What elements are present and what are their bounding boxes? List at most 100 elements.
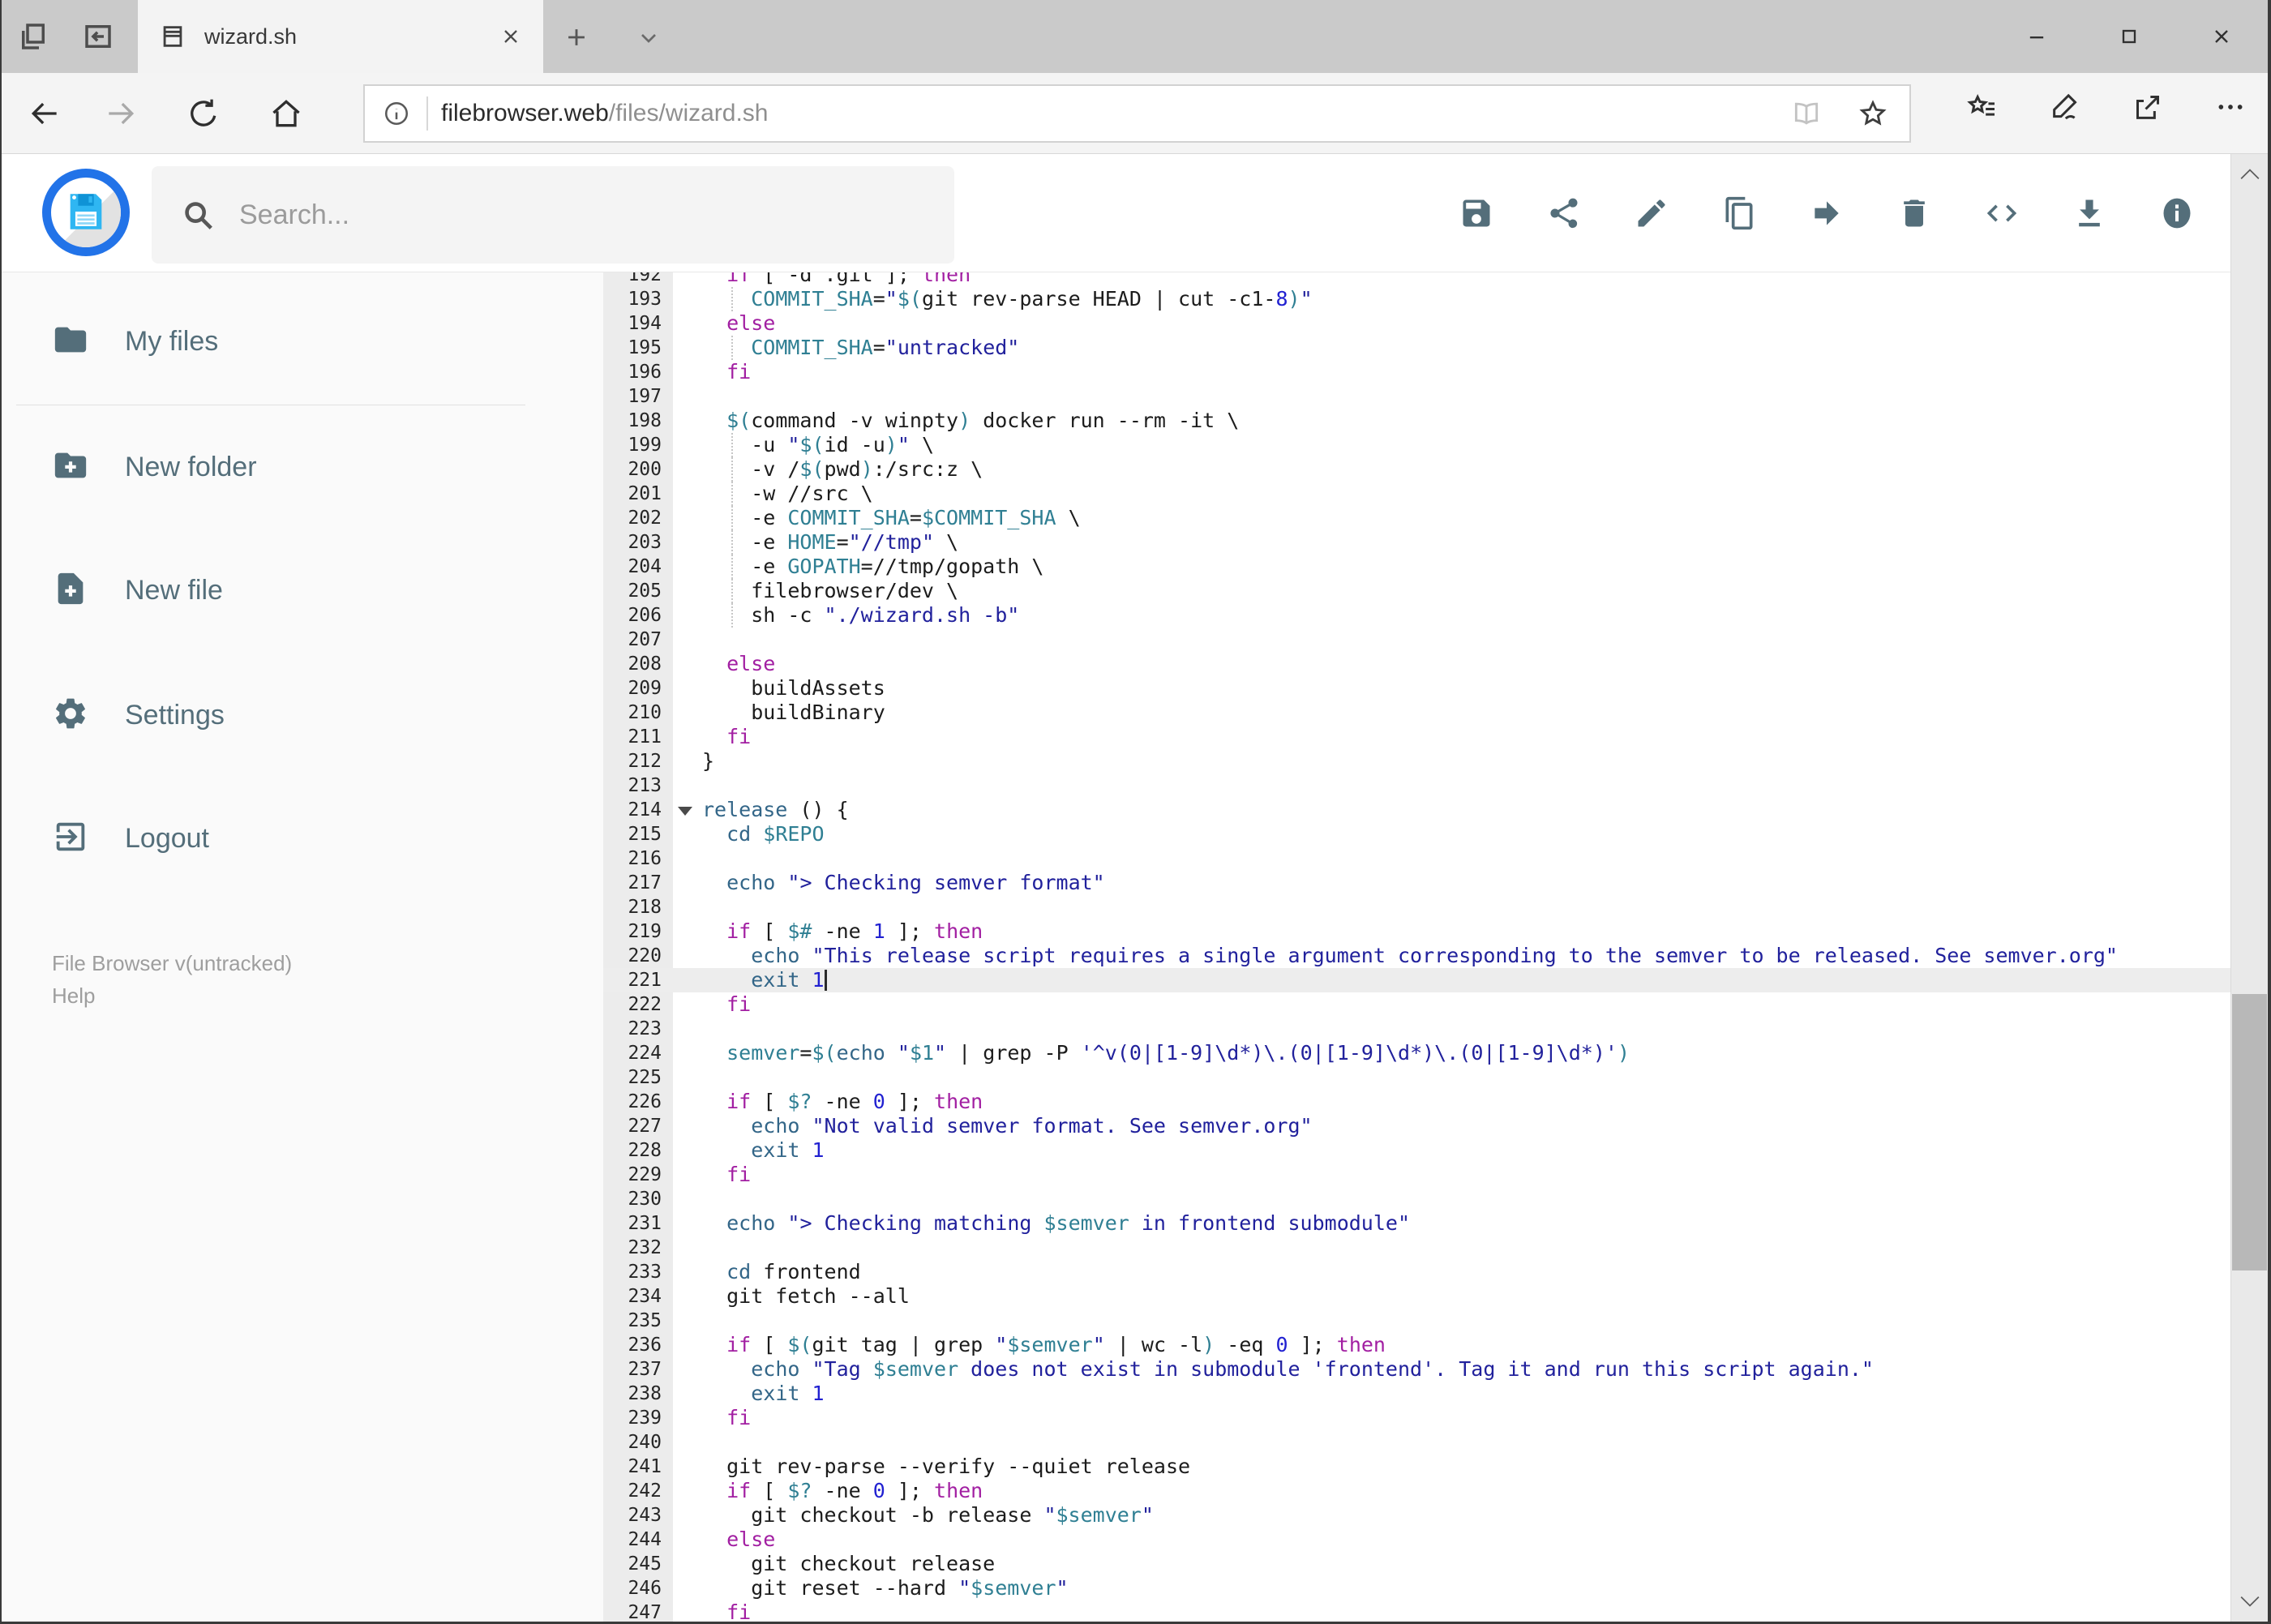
code-line[interactable]: 223 bbox=[603, 1017, 2230, 1041]
scroll-up-arrow-icon[interactable] bbox=[2231, 156, 2268, 193]
code-line[interactable]: 236 if [ $(git tag | grep "$semver" | wc… bbox=[603, 1333, 2230, 1357]
code-editor[interactable]: 192 if [ -d .git ]; then 193 COMMIT_SHA="… bbox=[603, 272, 2230, 1622]
edit-button[interactable] bbox=[1634, 195, 1669, 231]
back-button[interactable] bbox=[27, 96, 62, 131]
copy-button[interactable] bbox=[1721, 195, 1757, 231]
code-line[interactable]: 224 semver=$(echo "$1" | grep -P '^v(0|[… bbox=[603, 1041, 2230, 1065]
delete-button[interactable] bbox=[1896, 195, 1932, 231]
address-bar[interactable]: filebrowser.web/files/wizard.sh bbox=[363, 84, 1911, 143]
tab-list-chevron-icon[interactable] bbox=[636, 25, 662, 51]
home-button[interactable] bbox=[268, 96, 304, 131]
close-window-button[interactable] bbox=[2175, 0, 2268, 73]
code-line[interactable]: 201 -w //src \ bbox=[603, 482, 2230, 506]
code-line[interactable]: 211 fi bbox=[603, 725, 2230, 749]
save-button[interactable] bbox=[1459, 195, 1494, 231]
code-line[interactable]: 204 -e GOPATH=//tmp/gopath \ bbox=[603, 555, 2230, 579]
code-line[interactable]: 195 COMMIT_SHA="untracked" bbox=[603, 336, 2230, 360]
code-line[interactable]: 235 bbox=[603, 1309, 2230, 1333]
code-line[interactable]: 232 bbox=[603, 1236, 2230, 1260]
download-button[interactable] bbox=[2072, 195, 2107, 231]
code-line[interactable]: 194 else bbox=[603, 311, 2230, 336]
move-button[interactable] bbox=[1809, 195, 1845, 231]
close-tab-icon[interactable] bbox=[499, 25, 522, 48]
code-line[interactable]: 218 bbox=[603, 895, 2230, 919]
code-line[interactable]: 205 filebrowser/dev \ bbox=[603, 579, 2230, 603]
code-line[interactable]: 227 echo "Not valid semver format. See s… bbox=[603, 1114, 2230, 1138]
favorites-hub-button[interactable] bbox=[1966, 91, 1999, 123]
ink-notes-button[interactable] bbox=[2049, 91, 2081, 123]
favorite-star-icon[interactable] bbox=[1858, 98, 1888, 129]
code-line[interactable]: 230 bbox=[603, 1187, 2230, 1211]
code-line[interactable]: 222 fi bbox=[603, 992, 2230, 1017]
code-line[interactable]: 225 bbox=[603, 1065, 2230, 1090]
code-line[interactable]: 202 -e COMMIT_SHA=$COMMIT_SHA \ bbox=[603, 506, 2230, 530]
sidebar-item-my-files[interactable]: My files bbox=[52, 304, 218, 379]
code-line[interactable]: 207 bbox=[603, 628, 2230, 652]
share-button[interactable] bbox=[1546, 195, 1582, 231]
scroll-down-arrow-icon[interactable] bbox=[2231, 1583, 2268, 1620]
info-button[interactable] bbox=[2159, 195, 2195, 231]
code-line[interactable]: 246 git reset --hard "$semver" bbox=[603, 1576, 2230, 1600]
code-line[interactable]: 213 bbox=[603, 773, 2230, 798]
code-line[interactable]: 234 git fetch --all bbox=[603, 1284, 2230, 1309]
page-scrollbar[interactable] bbox=[2230, 154, 2268, 1622]
code-line[interactable]: 244 else bbox=[603, 1528, 2230, 1552]
code-line[interactable]: 216 bbox=[603, 846, 2230, 871]
more-menu-button[interactable] bbox=[2214, 91, 2247, 123]
scrollbar-thumb[interactable] bbox=[2232, 994, 2267, 1270]
code-line[interactable]: 203 -e HOME="//tmp" \ bbox=[603, 530, 2230, 555]
code-line[interactable]: 228 exit 1 bbox=[603, 1138, 2230, 1163]
code-line[interactable]: 220 echo "This release script requires a… bbox=[603, 944, 2230, 968]
code-line[interactable]: 193 COMMIT_SHA="$(git rev-parse HEAD | c… bbox=[603, 287, 2230, 311]
code-line[interactable]: 241 git rev-parse --verify --quiet relea… bbox=[603, 1455, 2230, 1479]
site-info-icon[interactable] bbox=[383, 100, 410, 127]
sidebar-item-settings[interactable]: Settings bbox=[52, 678, 225, 752]
code-line[interactable]: 226 if [ $? -ne 0 ]; then bbox=[603, 1090, 2230, 1114]
code-line-active[interactable]: 221 exit 1 bbox=[603, 968, 2230, 992]
tab-preview-icon[interactable] bbox=[81, 19, 115, 54]
maximize-button[interactable] bbox=[2083, 0, 2175, 73]
code-line[interactable]: 219 if [ $# -ne 1 ]; then bbox=[603, 919, 2230, 944]
code-line[interactable]: 243 git checkout -b release "$semver" bbox=[603, 1503, 2230, 1528]
new-tab-button[interactable] bbox=[563, 24, 590, 51]
filebrowser-logo-icon[interactable] bbox=[42, 169, 130, 256]
code-line[interactable]: 208 else bbox=[603, 652, 2230, 676]
code-line[interactable]: 198 $(command -v winpty) docker run --rm… bbox=[603, 409, 2230, 433]
refresh-button[interactable] bbox=[186, 96, 221, 131]
code-line[interactable]: 247 fi bbox=[603, 1600, 2230, 1622]
code-line[interactable]: 200 -v /$(pwd):/src:z \ bbox=[603, 457, 2230, 482]
code-button[interactable] bbox=[1984, 195, 2020, 231]
share-page-button[interactable] bbox=[2132, 91, 2164, 123]
code-line[interactable]: 209 buildAssets bbox=[603, 676, 2230, 701]
fold-arrow-icon[interactable] bbox=[678, 807, 692, 816]
code-line[interactable]: 212} bbox=[603, 749, 2230, 773]
code-line[interactable]: 240 bbox=[603, 1430, 2230, 1455]
code-line[interactable]: 206 sh -c "./wizard.sh -b" bbox=[603, 603, 2230, 628]
url-text[interactable]: filebrowser.web/files/wizard.sh bbox=[441, 100, 1791, 127]
set-tabs-aside-icon[interactable] bbox=[16, 19, 50, 54]
code-line[interactable]: 197 bbox=[603, 384, 2230, 409]
code-line[interactable]: 199 -u "$(id -u)" \ bbox=[603, 433, 2230, 457]
sidebar-item-new-folder[interactable]: New folder bbox=[52, 430, 257, 504]
code-line[interactable]: 229 fi bbox=[603, 1163, 2230, 1187]
code-line[interactable]: 237 echo "Tag $semver does not exist in … bbox=[603, 1357, 2230, 1382]
code-line[interactable]: 217 echo "> Checking semver format" bbox=[603, 871, 2230, 895]
code-line[interactable]: 242 if [ $? -ne 0 ]; then bbox=[603, 1479, 2230, 1503]
code-line[interactable]: 245 git checkout release bbox=[603, 1552, 2230, 1576]
help-link[interactable]: Help bbox=[52, 979, 292, 1012]
code-line[interactable]: 233 cd frontend bbox=[603, 1260, 2230, 1284]
code-line[interactable]: 231 echo "> Checking matching $semver in… bbox=[603, 1211, 2230, 1236]
minimize-button[interactable] bbox=[1990, 0, 2083, 73]
code-line[interactable]: 215 cd $REPO bbox=[603, 822, 2230, 846]
code-line[interactable]: 196 fi bbox=[603, 360, 2230, 384]
code-line[interactable]: 238 exit 1 bbox=[603, 1382, 2230, 1406]
search-input[interactable] bbox=[239, 199, 954, 231]
sidebar-item-logout[interactable]: Logout bbox=[52, 801, 209, 876]
code-line[interactable]: 214 release () { bbox=[603, 798, 2230, 822]
sidebar-item-new-file[interactable]: New file bbox=[52, 553, 223, 628]
forward-button[interactable] bbox=[103, 96, 139, 131]
code-line[interactable]: 239 fi bbox=[603, 1406, 2230, 1430]
code-line[interactable]: 210 buildBinary bbox=[603, 701, 2230, 725]
code-line[interactable]: 192 if [ -d .git ]; then bbox=[603, 272, 2230, 287]
search-bar[interactable] bbox=[152, 166, 954, 264]
